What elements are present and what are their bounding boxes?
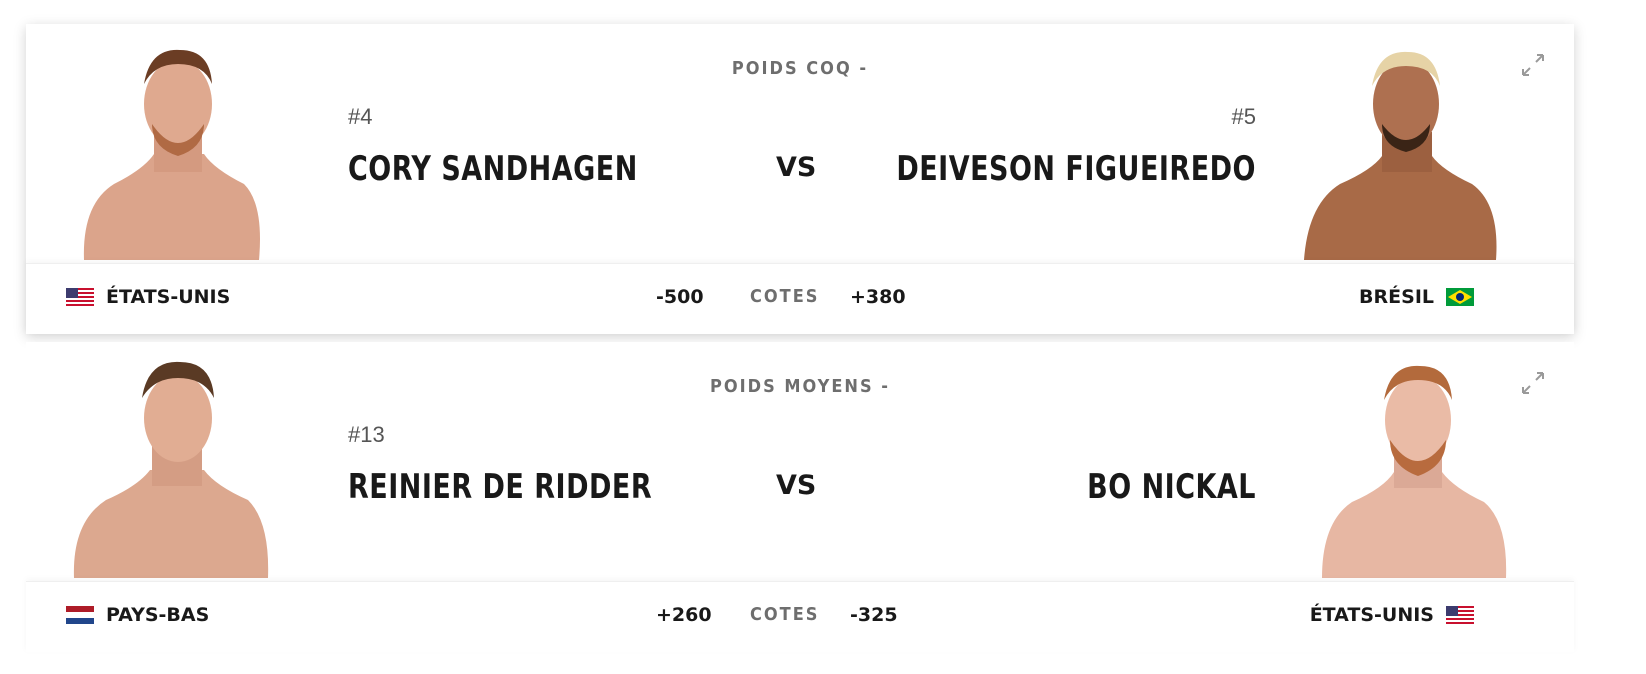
odds-red: +260	[656, 604, 712, 626]
fight-card[interactable]: POIDS COQ - #4 CORY SANDHAGEN VS #5 DEIV…	[26, 24, 1574, 334]
odds-label: COTES	[750, 604, 820, 625]
fighter-photo-blue[interactable]	[1294, 342, 1514, 578]
netherlands-flag-icon	[66, 606, 94, 624]
fighter-name-blue[interactable]: BO NICKAL	[1087, 468, 1256, 507]
fighter-name-blue[interactable]: DEIVESON FIGUEIREDO	[896, 150, 1256, 189]
expand-icon[interactable]	[1520, 52, 1546, 78]
fighter-photo-blue[interactable]	[1294, 24, 1514, 260]
country-label: ÉTATS-UNIS	[1309, 604, 1434, 626]
fight-odds-bar: PAYS-BAS +260 COTES -325 ÉTATS-UNIS	[26, 581, 1574, 652]
fighter-country-red: ÉTATS-UNIS	[66, 286, 230, 308]
country-label: BRÉSIL	[1359, 286, 1434, 308]
us-flag-icon	[1446, 606, 1474, 624]
fighter-country-blue: BRÉSIL	[1359, 286, 1474, 308]
fight-odds-bar: ÉTATS-UNIS -500 COTES +380 BRÉSIL	[26, 263, 1574, 334]
odds-blue: -325	[850, 604, 898, 626]
fight-card[interactable]: POIDS MOYENS - #13 REINIER DE RIDDER VS …	[26, 342, 1574, 652]
odds-blue: +380	[850, 286, 906, 308]
fighter-photo-red[interactable]	[54, 24, 274, 260]
vs-label: VS	[776, 470, 817, 501]
country-label: ÉTATS-UNIS	[106, 286, 231, 308]
fighter-rank-red: #4	[348, 104, 373, 129]
odds-label: COTES	[750, 286, 820, 307]
fighter-country-red: PAYS-BAS	[66, 604, 209, 626]
country-label: PAYS-BAS	[106, 604, 210, 626]
expand-icon[interactable]	[1520, 370, 1546, 396]
odds-red: -500	[656, 286, 704, 308]
vs-label: VS	[776, 152, 817, 183]
brazil-flag-icon	[1446, 288, 1474, 306]
fighter-name-red[interactable]: CORY SANDHAGEN	[348, 150, 638, 189]
fighter-rank-red: #13	[348, 422, 385, 447]
us-flag-icon	[66, 288, 94, 306]
fighter-photo-red[interactable]	[54, 342, 274, 578]
fighter-name-red[interactable]: REINIER DE RIDDER	[348, 468, 652, 507]
fighter-rank-blue: #5	[1231, 104, 1256, 129]
fighter-country-blue: ÉTATS-UNIS	[1310, 604, 1474, 626]
